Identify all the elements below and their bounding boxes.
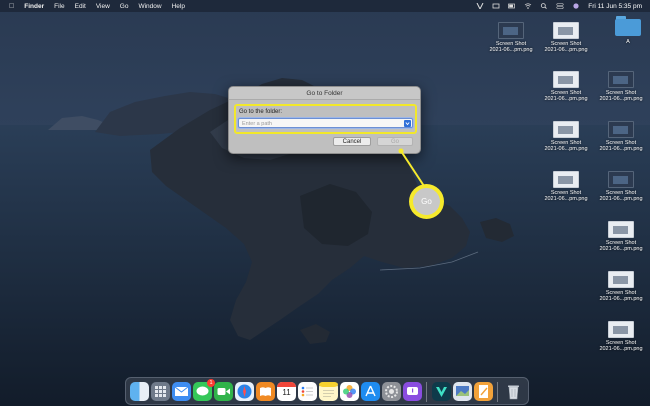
system-preferences-icon[interactable]	[382, 382, 401, 401]
vectornator-icon[interactable]	[432, 382, 451, 401]
launchpad-icon[interactable]	[151, 382, 170, 401]
books-icon[interactable]	[256, 382, 275, 401]
dock-separator	[426, 382, 427, 402]
facetime-icon[interactable]	[214, 382, 233, 401]
mail-icon[interactable]	[172, 382, 191, 401]
pages-icon[interactable]	[474, 382, 493, 401]
reminders-icon[interactable]	[298, 382, 317, 401]
photos-icon[interactable]	[340, 382, 359, 401]
notes-icon[interactable]	[319, 382, 338, 401]
calendar-icon[interactable]: 11	[277, 382, 296, 401]
app-store-icon[interactable]	[361, 382, 380, 401]
messages-icon[interactable]: 1	[193, 379, 215, 401]
feedback-icon[interactable]	[403, 382, 422, 401]
preview-icon[interactable]	[453, 382, 472, 401]
go-button-callout: Go	[409, 184, 444, 219]
finder-icon[interactable]	[130, 382, 149, 401]
trash-icon[interactable]	[504, 382, 523, 401]
callout-label: Go	[413, 188, 440, 215]
callout-connector	[398, 148, 425, 187]
dock-separator	[497, 382, 498, 402]
dock: 1 11	[125, 377, 529, 405]
calendar-day: 11	[282, 388, 291, 397]
safari-icon[interactable]	[235, 382, 254, 401]
